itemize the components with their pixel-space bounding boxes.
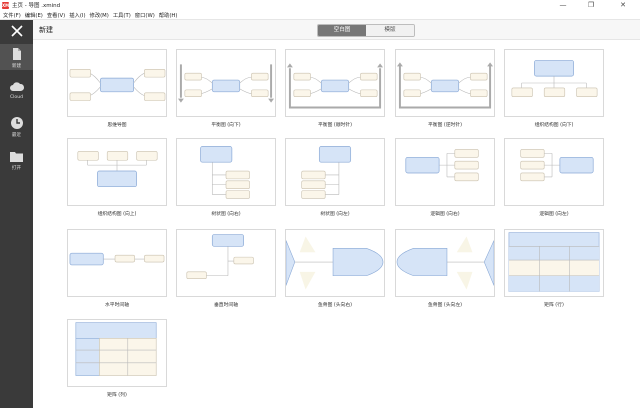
sidebar-item-new[interactable]: 新建 [0,44,33,70]
menu-item[interactable]: 修改(M) [90,11,109,19]
close-button[interactable] [0,20,33,42]
close-icon [10,25,23,37]
template-card-org-up[interactable] [67,138,167,206]
template-thumbnail [286,236,384,290]
template-thumbnail [77,151,158,188]
template-label: 逻辑图 (向右) [430,212,460,217]
sidebar-item-label: 打开 [11,166,22,171]
template-thumbnail [301,146,352,199]
menu-item[interactable]: 插入(I) [69,11,85,19]
template-card-matrix-col[interactable] [67,319,167,387]
menu-item[interactable]: 查看(V) [47,11,65,19]
sidebar-item-label: 新建 [11,64,22,69]
template-thumbnail [520,149,594,182]
template-label: 组织结构图 (向下) [534,123,574,128]
template-label: 矩阵 (行) [544,303,564,308]
app-logo-icon: XM [2,1,10,9]
template-label: 鱼骨图 (头向右) [317,303,353,308]
template-thumbnail [396,236,494,290]
clock-icon [10,117,23,129]
template-label: 平衡图 (逆时针) [427,123,463,128]
menu-item[interactable]: 工具(T) [113,11,131,19]
menu-item[interactable]: 编辑(E) [25,11,43,19]
template-thumbnail [69,68,166,101]
template-card-org-down[interactable] [504,49,604,117]
template-thumbnail [186,234,254,279]
template-card-balance-ccw[interactable] [395,49,495,117]
template-card-balance-down[interactable] [176,49,276,117]
template-card-logic-right[interactable] [395,138,495,206]
template-label: 树状图 (向左) [320,212,350,217]
template-thumbnail [200,146,250,199]
sidebar-item-open[interactable]: 打开 [0,148,33,174]
menu-bar: 文件(F) 编辑(E) 查看(V) 插入(I) 修改(M) 工具(T) 窗口(W) 帮助(H) [0,10,640,20]
tab-templates[interactable]: 模版 [366,25,414,36]
template-label: 矩阵 (列) [107,393,127,398]
template-label: 树状图 (向右) [211,212,241,217]
sidebar-item-label: 最近 [11,133,22,138]
header: 新建 空白图 模版 [33,20,640,40]
template-card-matrix-row[interactable] [504,229,604,297]
template-card-logic-left[interactable] [504,138,604,206]
window-title: 主页 - 导图 .xmind [12,3,61,9]
template-card-fish-left[interactable] [395,229,495,297]
sidebar-item-recent[interactable]: 最近 [0,114,33,140]
template-thumbnail [286,63,384,109]
template-label: 水平时间轴 [105,303,129,308]
template-thumbnail [69,252,165,266]
tab-blank[interactable]: 空白图 [318,25,366,36]
template-thumbnail [177,64,275,103]
template-thumbnail [396,62,494,109]
menu-item[interactable]: 窗口(W) [135,11,155,19]
template-gallery: 思维导图 平衡图 (向下) 平衡图 (顺时针) 平衡图 (逆时针) 组织结构图 (向下)… [33,41,640,408]
template-card-timeline-h[interactable] [67,229,167,297]
template-card-timeline-v[interactable] [176,229,276,297]
new-document-icon [12,48,21,60]
sidebar: 新建 Cloud 最近 打开 [0,20,33,408]
folder-icon [10,152,23,162]
template-label: 逻辑图 (向左) [539,212,569,217]
menu-item[interactable]: 文件(F) [3,11,21,19]
maximize-button[interactable]: ❐ [580,0,602,10]
template-card-mindmap[interactable] [67,49,167,117]
template-label: 组织结构图 (向上) [97,212,137,217]
cloud-icon [9,82,24,91]
template-label: 平衡图 (向下) [211,123,241,128]
template-thumbnail [75,322,157,376]
template-thumbnail [508,232,600,292]
template-label: 鱼骨图 (头向左) [427,303,463,308]
template-card-tree-right[interactable] [176,138,276,206]
template-label: 平衡图 (顺时针) [317,123,353,128]
close-window-button[interactable]: ✕ [612,0,634,10]
template-label: 垂直时间轴 [214,303,238,308]
menu-item[interactable]: 帮助(H) [159,11,178,19]
template-thumbnail [511,60,598,98]
minimize-button[interactable]: — [552,0,574,10]
template-label: 思维导图 [107,123,127,128]
sidebar-item-label: Cloud [9,95,24,100]
template-card-fish-right[interactable] [285,229,385,297]
tab-switcher: 空白图 模版 [317,24,415,37]
page-title: 新建 [39,26,53,34]
template-card-tree-left[interactable] [285,138,385,206]
title-bar: XM 主页 - 导图 .xmind — ❐ ✕ [0,0,640,10]
template-card-balance-cw[interactable] [285,49,385,117]
sidebar-item-cloud[interactable]: Cloud [0,79,33,105]
template-thumbnail [405,149,479,182]
